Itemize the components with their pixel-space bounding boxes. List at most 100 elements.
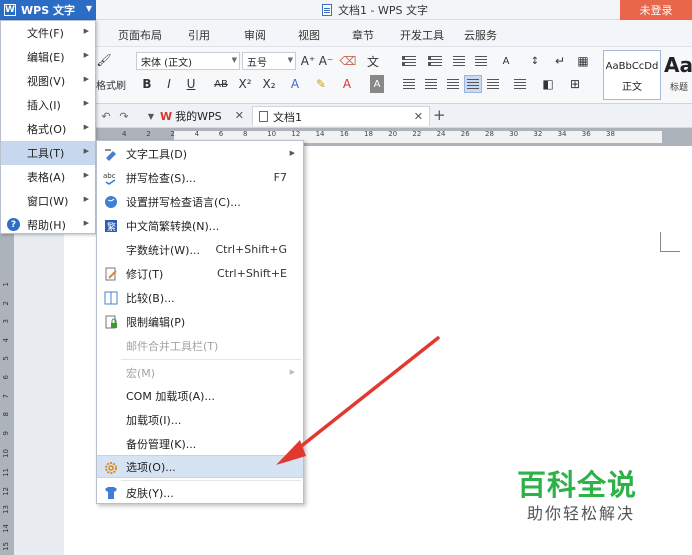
- shrink-font-icon[interactable]: A⁻: [318, 52, 334, 70]
- ruler-tick: 32: [533, 130, 543, 138]
- menu-item-tools[interactable]: 工具(T) ▶: [1, 141, 95, 165]
- underline-icon[interactable]: U: [184, 75, 198, 93]
- increase-indent-icon[interactable]: [474, 52, 488, 70]
- menu-track-changes[interactable]: 修订(T) Ctrl+Shift+E: [97, 262, 303, 285]
- spellcheck-icon: abc: [103, 170, 118, 185]
- menu-addins[interactable]: 加载项(I)...: [97, 408, 303, 431]
- text-effect-icon[interactable]: A: [288, 75, 302, 93]
- login-button[interactable]: 未登录: [620, 0, 692, 20]
- app-menu-button[interactable]: W WPS 文字 ▼: [0, 0, 96, 20]
- chinese-layout-icon[interactable]: A: [496, 52, 516, 70]
- ruler-tick: 9: [2, 430, 10, 436]
- ruler-tick: 18: [364, 130, 373, 138]
- close-icon[interactable]: ✕: [414, 110, 423, 123]
- show-marks-icon[interactable]: ↵: [552, 52, 568, 70]
- menu-spell-check[interactable]: abc 拼写检查(S)... F7: [97, 166, 303, 189]
- bold-icon[interactable]: B: [140, 75, 154, 93]
- menu-item-view[interactable]: 视图(V) ▶: [1, 69, 95, 93]
- font-name-select[interactable]: 宋体 (正文) ▼: [136, 52, 240, 70]
- sort-icon[interactable]: ↕: [528, 52, 542, 70]
- page-gutter: [14, 232, 64, 555]
- tab-page-layout[interactable]: 页面布局: [118, 27, 162, 43]
- grow-font-icon[interactable]: A⁺: [300, 52, 316, 70]
- highlight-icon[interactable]: ✎: [312, 75, 330, 93]
- ruler-tick: 14: [2, 523, 10, 533]
- tab-chapter[interactable]: 章节: [352, 27, 374, 43]
- char-shading-icon[interactable]: A: [370, 75, 384, 93]
- tab-document[interactable]: 文档1 ✕: [252, 106, 430, 126]
- font-color-icon[interactable]: A: [340, 75, 354, 93]
- align-left-icon[interactable]: [402, 75, 416, 93]
- font-size-select[interactable]: 五号 ▼: [242, 52, 296, 70]
- style-normal[interactable]: AaBbCcDd 正文: [603, 50, 661, 100]
- menu-item-edit[interactable]: 编辑(E) ▶: [1, 45, 95, 69]
- track-changes-icon: [103, 266, 118, 281]
- decrease-indent-icon[interactable]: [452, 52, 466, 70]
- ribbon-tabs: 页面布局 引用 审阅 视图 章节 开发工具 云服务: [0, 20, 692, 46]
- menu-com-addins[interactable]: COM 加载项(A)...: [97, 384, 303, 407]
- menu-macro: 宏(M) ▶: [126, 366, 295, 380]
- borders-icon[interactable]: ⊞: [568, 75, 582, 93]
- ruler-tick: 11: [2, 468, 10, 477]
- menu-text-tools[interactable]: 文字工具(D) ▶: [97, 142, 303, 165]
- ruler-tick: 2: [170, 130, 175, 138]
- subscript-icon[interactable]: X₂: [262, 75, 276, 93]
- menu-item-file[interactable]: 文件(F) ▶: [1, 21, 95, 45]
- superscript-icon[interactable]: X²: [238, 75, 252, 93]
- shading-icon[interactable]: ◧: [540, 75, 556, 93]
- line-spacing-icon[interactable]: [512, 75, 528, 93]
- redo-icon[interactable]: ↷: [118, 107, 130, 125]
- menu-spell-language[interactable]: 设置拼写检查语言(C)...: [97, 190, 303, 213]
- menu-chinese-convert[interactable]: 繁 中文简繁转换(N)...: [97, 214, 303, 237]
- numbered-list-icon[interactable]: [426, 52, 444, 70]
- menu-item-table[interactable]: 表格(A) ▶: [1, 165, 95, 189]
- menu-item-format[interactable]: 格式(O) ▶: [1, 117, 95, 141]
- tab-developer[interactable]: 开发工具: [400, 27, 444, 43]
- menu-options[interactable]: 选项(O)...: [97, 455, 303, 478]
- ruler-tick: 4: [194, 130, 200, 138]
- chevron-right-icon: ▶: [83, 75, 89, 83]
- style-heading-sample[interactable]: Aa: [664, 53, 692, 77]
- wps-logo-icon: W: [160, 109, 173, 123]
- menu-backup-manager[interactable]: 备份管理(K)...: [97, 432, 303, 455]
- bullet-list-icon[interactable]: [400, 52, 418, 70]
- undo-icon[interactable]: ↶: [100, 107, 112, 125]
- clear-format-icon[interactable]: ⌫: [340, 52, 357, 70]
- strikethrough-icon[interactable]: AB: [210, 75, 232, 93]
- tab-my-wps[interactable]: W 我的WPS ✕: [160, 106, 250, 126]
- align-center-icon[interactable]: [424, 75, 438, 93]
- menu-compare[interactable]: 比较(B)...: [97, 286, 303, 309]
- chevron-right-icon: ▶: [83, 99, 89, 107]
- ruler-tick: 38: [606, 130, 615, 138]
- tab-cloud[interactable]: 云服务: [464, 27, 497, 43]
- format-painter-label[interactable]: 格式刷: [96, 77, 126, 92]
- menu-item-window[interactable]: 窗口(W) ▶: [1, 189, 95, 213]
- lock-icon: [103, 314, 118, 329]
- close-icon[interactable]: ✕: [235, 109, 244, 122]
- justify-icon[interactable]: [464, 75, 482, 93]
- italic-icon[interactable]: I: [162, 75, 176, 93]
- ruler-tick: 24: [436, 130, 446, 138]
- tab-references[interactable]: 引用: [188, 27, 210, 43]
- brush-icon[interactable]: 🖌: [96, 51, 112, 69]
- chevron-down-icon[interactable]: ▼: [146, 107, 156, 125]
- tab-view[interactable]: 视图: [298, 27, 320, 43]
- add-tab-icon[interactable]: +: [433, 106, 446, 124]
- document-icon: [322, 4, 332, 16]
- style-heading-label: 标题: [670, 83, 689, 93]
- menu-word-count[interactable]: 字数统计(W)... Ctrl+Shift+G: [97, 238, 303, 261]
- ruler-tick: 10: [267, 130, 277, 138]
- ruler-tick: 6: [218, 130, 224, 138]
- vertical-ruler[interactable]: 1 2 3 4 5 6 7 8 9 10 11 12 13 14 15: [0, 232, 14, 555]
- table-border-icon[interactable]: ▦: [576, 52, 590, 70]
- menu-item-help[interactable]: ? 帮助(H) ▶: [1, 213, 95, 237]
- chevron-right-icon: ▶: [83, 51, 89, 59]
- distributed-icon[interactable]: [486, 75, 500, 93]
- menu-item-insert[interactable]: 插入(I) ▶: [1, 93, 95, 117]
- align-right-icon[interactable]: [446, 75, 460, 93]
- menu-skin[interactable]: 皮肤(Y)...: [97, 481, 303, 504]
- phonetic-icon[interactable]: 文: [362, 52, 384, 70]
- menu-restrict-editing[interactable]: 限制编辑(P): [97, 310, 303, 333]
- tab-review[interactable]: 审阅: [244, 27, 266, 43]
- ruler-tick: 8: [243, 130, 248, 138]
